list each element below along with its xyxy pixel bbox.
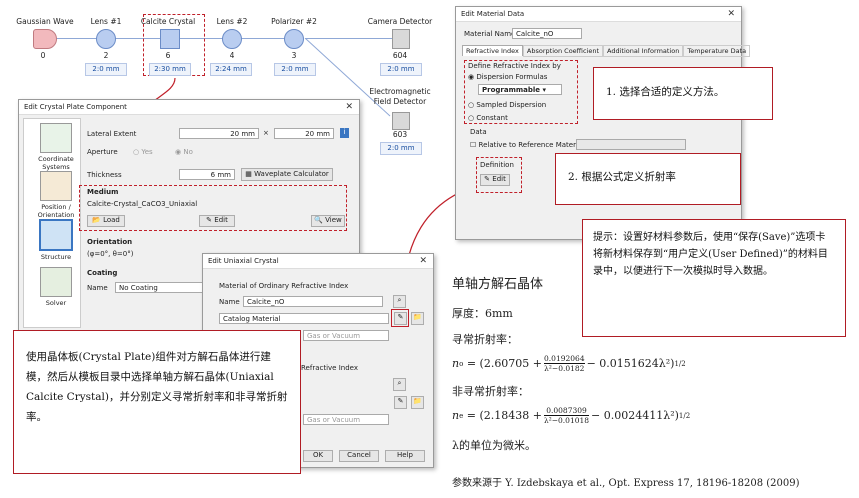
view-button[interactable]: 🔍 View	[311, 215, 345, 227]
medium-label: Medium	[87, 188, 119, 196]
catalog-select[interactable]: Catalog Material	[219, 313, 389, 324]
waveplate-calculator-button[interactable]: ▦ Waveplate Calculator	[241, 168, 333, 181]
definition-edit-button[interactable]: ✎ Edit	[480, 174, 510, 186]
extraordinary-formula: ne = (2.18438 + 0.0087309 λ²−0.01018 − 0.…	[452, 406, 691, 425]
fraction: 0.0087309 λ²−0.01018	[543, 406, 590, 425]
thickness-input[interactable]: 6 mm	[179, 169, 235, 180]
close-icon[interactable]: ✕	[419, 254, 427, 268]
aperture-no-radio[interactable]: ◉ No	[175, 148, 193, 156]
sidebar-item-solver[interactable]: Solver	[30, 267, 82, 307]
dialog-title: Edit Material Data	[456, 7, 741, 22]
close-icon[interactable]: ✕	[727, 7, 735, 21]
programmable-select[interactable]: Programmable ▾	[478, 84, 562, 95]
info-heading: 单轴方解石晶体	[452, 277, 544, 292]
info-thickness: 厚度：6mm	[452, 307, 513, 320]
callout-step-2: 2. 根据公式定义折射率	[555, 153, 741, 205]
dialog-title: Edit Uniaxial Crystal	[203, 254, 433, 269]
info-icon[interactable]: i	[340, 128, 349, 138]
position-icon	[40, 171, 72, 201]
material-name-label: Material Name	[464, 30, 516, 38]
coating-name-field[interactable]: No Coating	[115, 282, 205, 293]
lateral-x-input[interactable]: 20 mm	[179, 128, 259, 139]
extra-section-label: Refractive Index	[301, 364, 358, 372]
extraordinary-label: 非寻常折射率：	[452, 385, 529, 398]
define-label: Define Refractive Index by	[468, 62, 561, 70]
help-button[interactable]: Help	[385, 450, 425, 462]
edit-pencil-icon[interactable]: ✎	[394, 396, 407, 409]
reference-field	[576, 139, 686, 150]
ordinary-section-label: Material of Ordinary Refractive Index	[219, 282, 349, 290]
folder-icon[interactable]: 📁	[411, 312, 424, 325]
dispersion-formulas-radio[interactable]: ◉ Dispersion Formulas	[468, 73, 547, 81]
orientation-value: (φ=0°, θ=0°)	[87, 250, 134, 258]
source-citation: 参数来源于 Y. Izdebskaya et al., Opt. Express…	[452, 478, 800, 489]
aperture-label: Aperture	[87, 148, 118, 156]
ordinary-formula: no = (2.60705 + 0.0192064 λ²−0.0182 − 0.0…	[452, 354, 686, 373]
tab-absorption[interactable]: Absorption Coefficient	[522, 45, 604, 57]
orientation-label: Orientation	[87, 238, 133, 246]
medium-value: Calcite-Crystal_CaCO3_Uniaxial	[87, 200, 198, 208]
constant-radio[interactable]: ○ Constant	[468, 114, 508, 122]
data-label: Data	[470, 128, 487, 136]
search-icon[interactable]: ⌕	[393, 378, 406, 391]
callout-step-1: 1. 选择合适的定义方法。	[593, 67, 773, 120]
dialog-title: Edit Crystal Plate Component	[19, 100, 359, 115]
lateral-y-input[interactable]: 20 mm	[274, 128, 334, 139]
unit-note: λ的单位为微米。	[452, 439, 536, 452]
embedding-select[interactable]: Gas or Vacuum	[303, 330, 389, 341]
folder-icon[interactable]: 📁	[411, 396, 424, 409]
material-name-field[interactable]: Calcite_nO	[512, 28, 582, 39]
definition-label: Definition	[480, 161, 514, 169]
ok-button[interactable]: OK	[303, 450, 333, 462]
tab-refractive-index[interactable]: Refractive Index	[462, 45, 523, 56]
ordinary-label: 寻常折射率：	[452, 333, 518, 346]
lateral-sep: ×	[263, 129, 269, 137]
tab-bar: Refractive Index Absorption Coefficient Ad…	[462, 45, 751, 57]
callout-intro: 使用晶体板(Crystal Plate)组件对方解石晶体进行建模，然后从模板目录…	[13, 330, 301, 474]
thickness-label: Thickness	[87, 171, 122, 179]
coating-name-label: Name	[87, 284, 108, 292]
relative-checkbox[interactable]: ☐ Relative to Reference Material	[470, 141, 584, 149]
callout-tip: 提示：设置好材料参数后，使用“保存(Save)”选项卡将新材料保存到“用户定义(…	[582, 219, 846, 337]
sampled-dispersion-radio[interactable]: ○ Sampled Dispersion	[468, 101, 546, 109]
name-label: Name	[219, 298, 240, 306]
cancel-button[interactable]: Cancel	[339, 450, 379, 462]
solver-icon	[40, 267, 72, 297]
lateral-extent-label: Lateral Extent	[87, 130, 137, 138]
fraction: 0.0192064 λ²−0.0182	[544, 354, 585, 373]
sidebar-item-coordinate-systems[interactable]: Coordinate Systems	[30, 123, 82, 171]
sidebar-item-structure[interactable]: Structure	[30, 219, 82, 261]
tab-additional-info[interactable]: Additional Information	[603, 45, 684, 57]
sidebar-item-position[interactable]: Position / Orientation	[30, 171, 82, 219]
sidebar: Coordinate Systems Position / Orientatio…	[23, 118, 81, 328]
name-field[interactable]: Calcite_nO	[243, 296, 383, 307]
search-icon[interactable]: ⌕	[393, 295, 406, 308]
tab-temperature[interactable]: Temperature Data	[683, 45, 751, 57]
structure-icon	[39, 219, 73, 251]
edit-pencil-icon[interactable]: ✎	[394, 312, 407, 325]
load-button[interactable]: 📂 Load	[87, 215, 125, 227]
aperture-yes-radio[interactable]: ○ Yes	[133, 148, 153, 156]
close-icon[interactable]: ✕	[345, 100, 353, 114]
edit-button[interactable]: ✎ Edit	[199, 215, 235, 227]
embedding-select[interactable]: Gas or Vacuum	[303, 414, 389, 425]
coordinate-icon	[40, 123, 72, 153]
coating-label: Coating	[87, 269, 118, 277]
